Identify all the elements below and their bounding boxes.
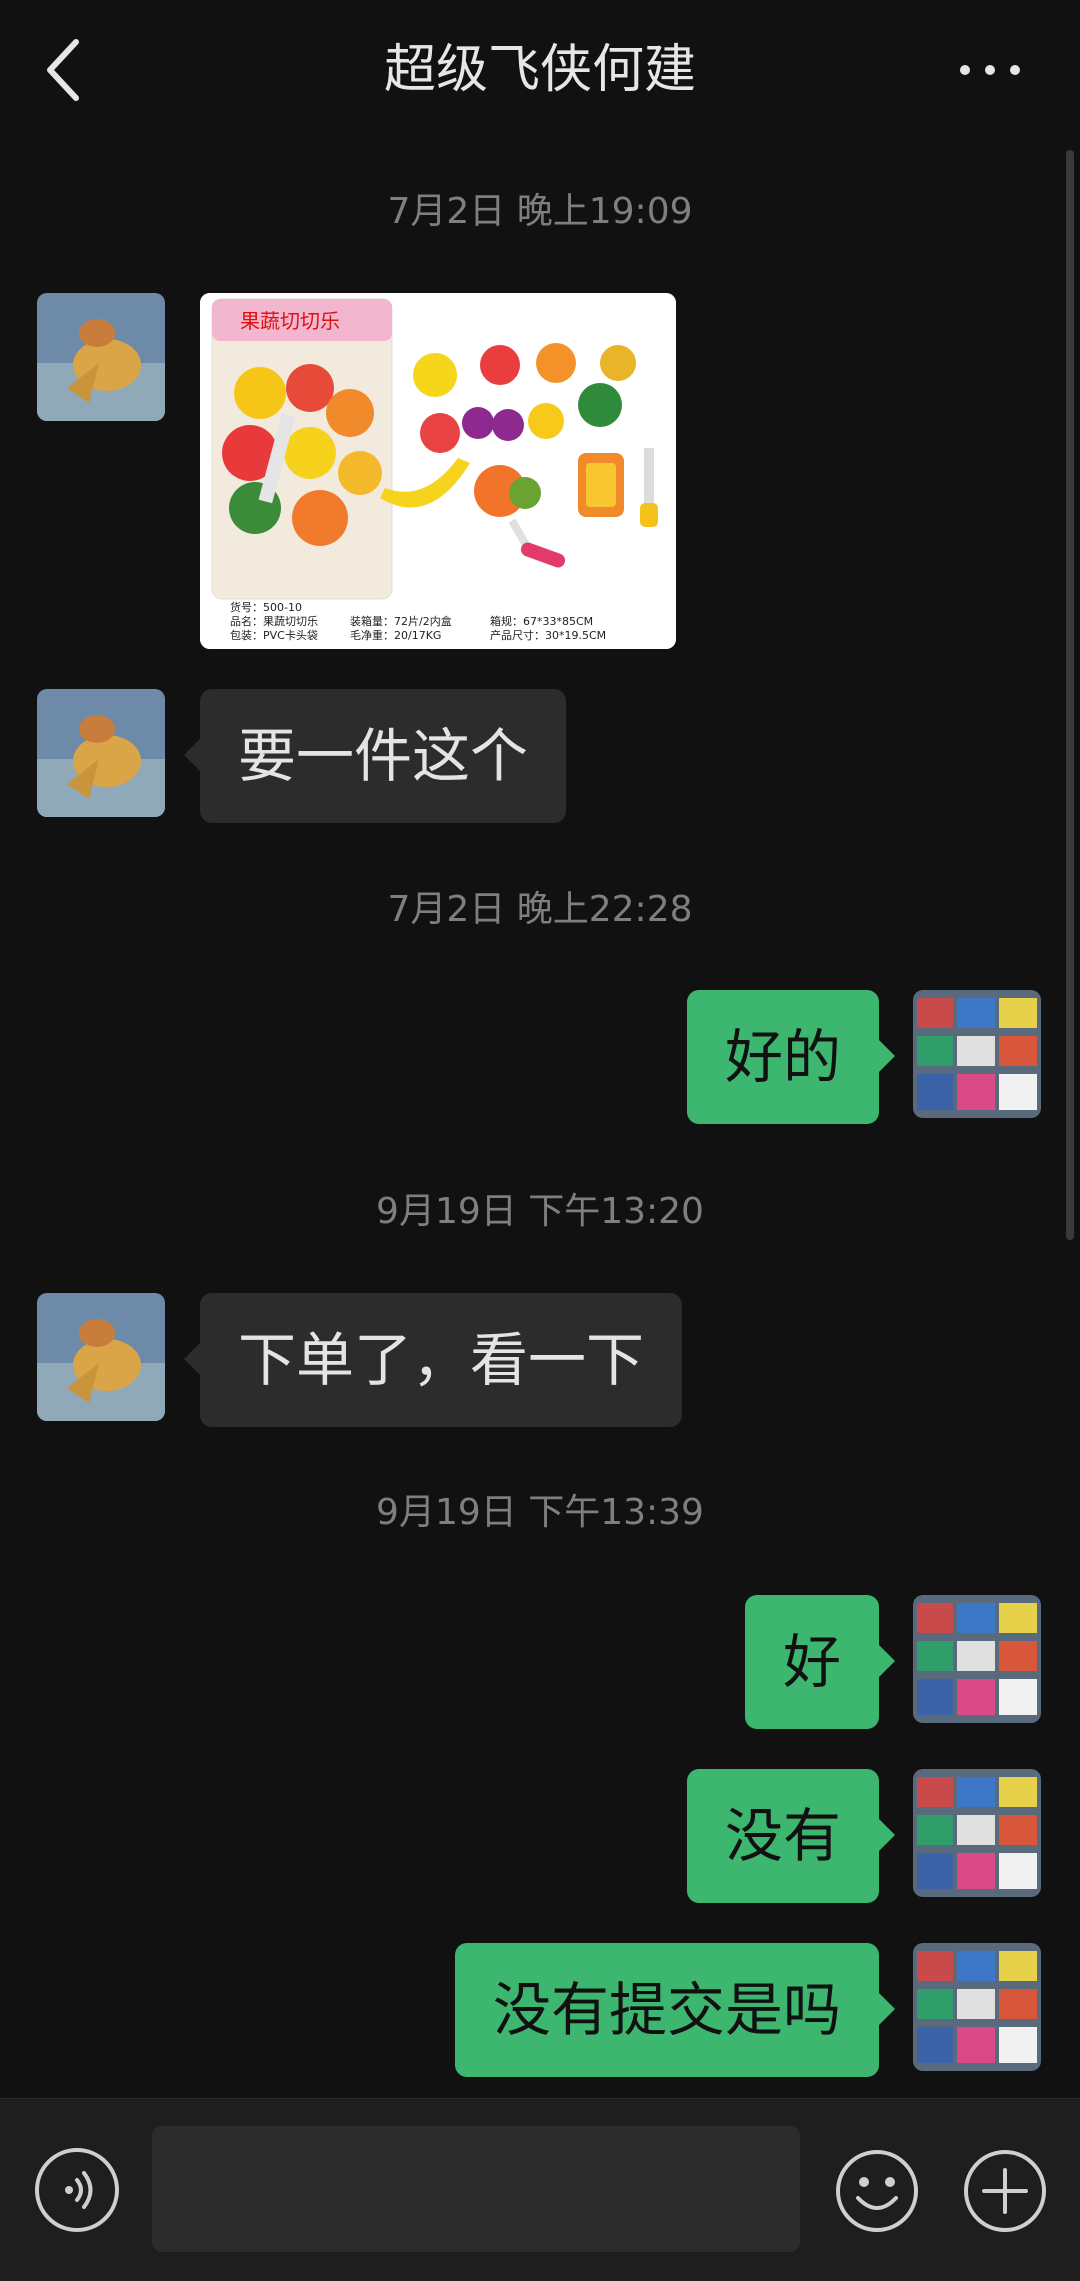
scrollbar[interactable] — [1066, 150, 1074, 1240]
product-image-message[interactable]: 果蔬切切乐 货号：500-10 品名：果蔬切切乐 包装：PVC卡头袋 装箱量：7… — [200, 293, 676, 649]
timestamp: 7月2日 晚上19:09 — [387, 191, 693, 232]
avatar-image — [913, 1769, 1041, 1897]
message-input[interactable] — [152, 2126, 800, 2252]
product-spec-line: 品名：果蔬切切乐 — [230, 614, 318, 628]
avatar[interactable] — [37, 689, 165, 817]
product-spec-line: 毛净重：20/17KG — [350, 628, 441, 642]
message-bubble[interactable]: 下单了，看一下 — [183, 1293, 683, 1427]
product-spec-line: 包装：PVC卡头袋 — [230, 628, 318, 642]
product-spec-line: 装箱量：72片/2内盒 — [350, 614, 452, 628]
message-bubble[interactable]: 没有提交是吗 — [454, 1943, 896, 2077]
timestamp: 9月19日 下午13:20 — [376, 1191, 704, 1232]
chat-title: 超级飞侠何建 — [383, 40, 696, 100]
avatar[interactable] — [37, 1293, 165, 1421]
message-bubble[interactable]: 好的 — [686, 990, 896, 1124]
emoji-icon[interactable] — [834, 2148, 920, 2234]
avatar-image — [913, 1943, 1041, 2071]
voice-icon — [65, 2171, 93, 2209]
message-bubble[interactable]: 好 — [744, 1595, 896, 1729]
avatar[interactable] — [913, 1769, 1041, 1897]
avatar-image — [913, 1595, 1041, 1723]
avatar-image — [37, 1293, 165, 1421]
avatar-image — [37, 293, 165, 421]
product-spec-line: 箱规：67*33*85CM — [490, 614, 593, 628]
avatar[interactable] — [913, 1595, 1041, 1723]
product-spec-line: 产品尺寸：30*19.5CM — [490, 628, 606, 642]
avatar[interactable] — [913, 990, 1041, 1118]
product-image: 果蔬切切乐 货号：500-10 品名：果蔬切切乐 包装：PVC卡头袋 装箱量：7… — [200, 293, 676, 649]
timestamp: 9月19日 下午13:39 — [376, 1492, 704, 1533]
timestamp: 7月2日 晚上22:28 — [387, 889, 693, 930]
voice-button[interactable] — [35, 2148, 119, 2232]
avatar-image — [913, 990, 1041, 1118]
product-box-title: 果蔬切切乐 — [240, 309, 340, 333]
avatar-image — [37, 689, 165, 817]
product-spec-line: 货号：500-10 — [230, 600, 302, 614]
avatar[interactable] — [37, 293, 165, 421]
more-dots-icon[interactable] — [955, 45, 1025, 95]
plus-icon[interactable] — [962, 2148, 1048, 2234]
avatar[interactable] — [913, 1943, 1041, 2071]
message-bubble[interactable]: 要一件这个 — [183, 689, 567, 823]
message-bubble[interactable]: 没有 — [686, 1769, 896, 1903]
